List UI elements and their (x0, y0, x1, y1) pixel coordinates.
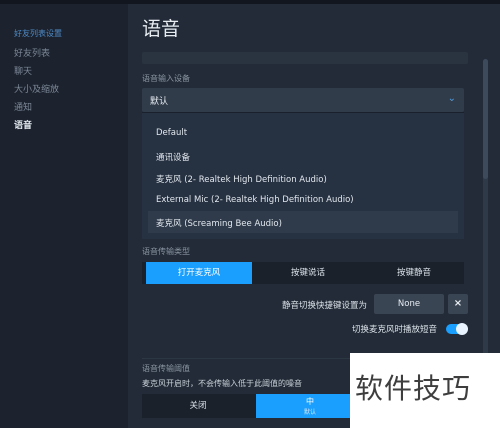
transmission-type-label: 语音传输类型 (142, 247, 190, 256)
watermark: 软件技巧 (350, 353, 500, 428)
menu-item-screaming-bee[interactable]: 麦克风 (Screaming Bee Audio) (156, 217, 282, 229)
input-device-menu: Default 通讯设备 麦克风 (2- Realtek High Defini… (142, 112, 464, 239)
transmission-type-selector: 打开麦克风 按键说话 按键静音 (142, 262, 464, 284)
input-device-label: 语音输入设备 (142, 74, 190, 83)
sidebar-item-chat[interactable]: 聊天 (14, 64, 32, 77)
tab-push-to-mute[interactable]: 按键静音 (364, 262, 464, 284)
previous-section-strip (142, 52, 468, 64)
menu-item-realtek-mic[interactable]: 麦克风 (2- Realtek High Definition Audio) (156, 173, 327, 185)
mute-hotkey-label: 静音切换快捷键设置为 (282, 301, 368, 311)
threshold-medium-label: 中 (306, 397, 314, 406)
watermark-text: 软件技巧 (355, 372, 472, 405)
sidebar-item-size-scaling[interactable]: 大小及缩放 (14, 82, 59, 95)
sidebar-item-voice[interactable]: 语音 (14, 118, 32, 131)
page-title: 语音 (142, 18, 181, 40)
chevron-down-icon: ⌄ (447, 93, 456, 104)
sidebar-header: 好友列表设置 (14, 29, 62, 38)
scrollbar[interactable] (483, 59, 488, 389)
close-icon: × (453, 298, 463, 309)
sidebar-item-friends-list[interactable]: 好友列表 (14, 46, 50, 59)
clear-hotkey-button[interactable]: × (448, 294, 468, 314)
menu-item-communications[interactable]: 通讯设备 (156, 151, 190, 163)
tab-open-mic[interactable]: 打开麦克风 (146, 262, 252, 284)
threshold-off-label: 关闭 (189, 401, 207, 411)
mic-toggle-sound-label: 切换麦克风时播放短音 (352, 325, 438, 335)
settings-sidebar: 好友列表设置 好友列表 聊天 大小及缩放 通知 语音 (0, 4, 128, 428)
threshold-label: 语音传输阈值 (142, 364, 190, 373)
threshold-medium-button[interactable]: 中 默认 (256, 394, 364, 418)
mute-hotkey-input[interactable]: None (374, 294, 444, 314)
input-device-dropdown[interactable]: 默认 ⌄ (142, 88, 464, 112)
menu-item-default[interactable]: Default (156, 128, 187, 138)
tab-push-to-talk[interactable]: 按键说话 (256, 262, 360, 284)
mic-toggle-sound-switch[interactable] (446, 323, 468, 335)
toggle-knob (456, 323, 468, 335)
sidebar-item-notifications[interactable]: 通知 (14, 100, 32, 113)
threshold-description: 麦克风开启时，不会传输入低于此阈值的噪音 (142, 379, 302, 388)
threshold-medium-sub: 默认 (303, 409, 316, 416)
input-device-selected: 默认 (150, 97, 169, 107)
menu-item-external-mic[interactable]: External Mic (2- Realtek High Definition… (156, 195, 354, 205)
threshold-off-button[interactable]: 关闭 (142, 394, 254, 418)
scrollbar-thumb[interactable] (483, 59, 488, 179)
